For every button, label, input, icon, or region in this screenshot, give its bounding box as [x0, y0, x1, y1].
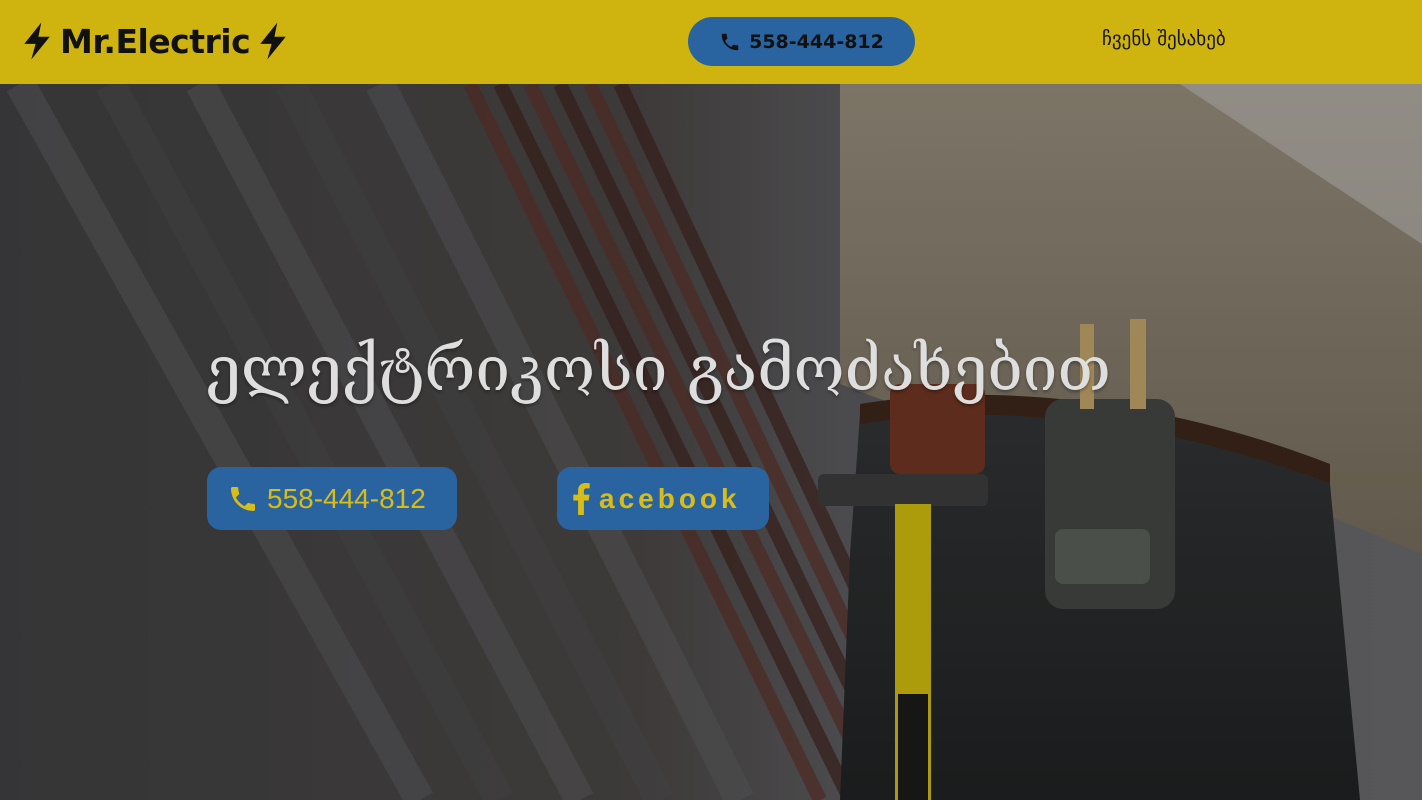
hero-section: ელექტრიკოსი გამოძახებით 558-444-812 aceb… [0, 84, 1422, 800]
nav-phone-button[interactable]: 558-444-812 [688, 17, 915, 66]
brand-name: Mr.Electric [60, 21, 251, 61]
hero-phone-label: 558-444-812 [267, 482, 426, 514]
lightning-bolt-icon [260, 22, 286, 60]
phone-icon [231, 486, 255, 511]
nav-phone-label: 558-444-812 [749, 30, 884, 53]
hero-facebook-button[interactable]: acebook [557, 467, 769, 530]
phone-icon [721, 33, 739, 50]
hero-title: ელექტრიკოსი გამოძახებით [206, 332, 1111, 405]
brand-logo[interactable]: Mr.Electric [20, 18, 290, 64]
facebook-icon [573, 482, 590, 515]
lightning-bolt-icon [24, 22, 50, 60]
nav-link-about[interactable]: ჩვენს შესახებ [1102, 28, 1226, 50]
hero-phone-button[interactable]: 558-444-812 [207, 467, 457, 530]
hero-background-image [0, 84, 1422, 800]
hero-facebook-label: acebook [599, 482, 741, 514]
site-header: Mr.Electric 558-444-812 ჩვენს შესახებ [0, 0, 1422, 84]
